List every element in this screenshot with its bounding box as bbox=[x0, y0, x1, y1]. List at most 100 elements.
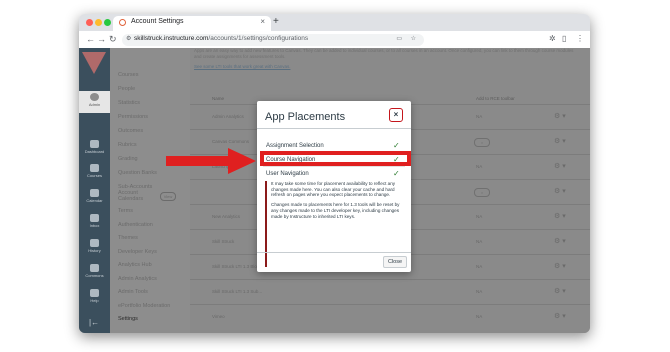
minimize-window-button[interactable] bbox=[95, 19, 102, 26]
app-placements-modal: App Placements × Assignment Selection ✓ … bbox=[257, 101, 411, 272]
close-window-button[interactable] bbox=[86, 19, 93, 26]
global-nav-help[interactable]: Help bbox=[79, 287, 110, 309]
site-info-icon[interactable]: ⚙ bbox=[126, 35, 131, 42]
divider bbox=[257, 252, 411, 253]
subnav-item-rubrics[interactable]: Rubrics bbox=[118, 142, 137, 148]
subnav-item-admin-analytics[interactable]: Admin Analytics bbox=[118, 276, 157, 282]
subnav-item-courses[interactable]: Courses bbox=[118, 72, 138, 78]
browser-toolbar: ← → ↻ ⚙ skillstruck.instructure.com/acco… bbox=[79, 31, 590, 48]
tab-account-settings[interactable]: Account Settings × bbox=[113, 16, 271, 31]
canvas-favicon-icon bbox=[119, 19, 126, 26]
extensions-icon[interactable]: ✲ bbox=[549, 34, 556, 43]
commons-icon bbox=[90, 264, 99, 272]
gear-menu-icon[interactable]: ⚙ ▾ bbox=[554, 237, 566, 245]
subnav-item-question-banks[interactable]: Question Banks bbox=[118, 170, 157, 176]
app-name[interactable]: New Analytics bbox=[212, 214, 240, 219]
app-name[interactable]: Admin Analytics bbox=[212, 114, 244, 119]
global-nav-label: Admin bbox=[88, 102, 101, 107]
cast-icon[interactable]: ▭ bbox=[396, 35, 402, 42]
global-nav-label: Courses bbox=[87, 173, 102, 178]
subnav-item-account-calendars[interactable]: Account Calendars bbox=[118, 190, 156, 202]
column-header-rce: Add to RCE toolbar bbox=[476, 96, 515, 101]
help-icon bbox=[90, 289, 99, 297]
gear-menu-icon[interactable]: ⚙ ▾ bbox=[554, 187, 566, 195]
rce-status: NA bbox=[476, 314, 483, 319]
reload-button[interactable]: ↻ bbox=[109, 34, 117, 45]
bookmark-star-icon[interactable]: ☆ bbox=[411, 35, 416, 42]
divider bbox=[263, 166, 405, 167]
global-nav-commons[interactable]: Commons bbox=[79, 262, 110, 284]
subnav-item-people[interactable]: People bbox=[118, 86, 135, 92]
subnav-item-developer-keys[interactable]: Developer Keys bbox=[118, 249, 157, 255]
lti-tools-link[interactable]: See some LTI tools that work great with … bbox=[194, 64, 290, 69]
global-nav-label: Inbox bbox=[89, 223, 100, 228]
global-nav-admin[interactable]: Admin bbox=[79, 91, 110, 113]
notice-paragraph-1: It may take some time for placement avai… bbox=[271, 181, 396, 198]
address-bar[interactable]: ⚙ skillstruck.instructure.com/accounts/1… bbox=[122, 34, 424, 46]
gear-menu-icon[interactable]: ⚙ ▾ bbox=[554, 212, 566, 220]
global-nav-label: History bbox=[88, 248, 101, 253]
gear-menu-icon[interactable]: ⚙ ▾ bbox=[554, 312, 566, 320]
subnav-item-outcomes[interactable]: Outcomes bbox=[118, 128, 143, 134]
rce-status: NA bbox=[476, 164, 483, 169]
notice-paragraph-2: Changes made to placements here for 1.3 … bbox=[271, 202, 400, 219]
gear-menu-icon[interactable]: ⚙ ▾ bbox=[554, 112, 566, 120]
history-icon bbox=[90, 239, 99, 247]
subnav-item-permissions[interactable]: Permissions bbox=[118, 114, 148, 120]
close-button[interactable]: Close bbox=[383, 256, 407, 268]
admin-icon bbox=[90, 93, 99, 101]
calendar-icon bbox=[90, 189, 99, 197]
global-nav-courses[interactable]: Courses bbox=[79, 162, 110, 184]
menu-kebab-icon[interactable]: ⋮ bbox=[576, 34, 584, 43]
course-navigation-highlight-box bbox=[260, 151, 411, 166]
placement-notice: It may take some time for placement avai… bbox=[265, 181, 403, 267]
gear-menu-icon[interactable]: ⚙ ▾ bbox=[554, 162, 566, 170]
tab-close-icon[interactable]: × bbox=[260, 17, 265, 26]
app-name[interactable]: Vimeo bbox=[212, 314, 225, 319]
subnav-item-terms[interactable]: Terms bbox=[118, 208, 133, 214]
rce-status: NA bbox=[476, 214, 483, 219]
maximize-window-button[interactable] bbox=[104, 19, 111, 26]
forward-button[interactable]: → bbox=[97, 34, 106, 44]
subnav-item-admin-tools[interactable]: Admin Tools bbox=[118, 289, 148, 295]
app-name[interactable]: Canvas Commons bbox=[212, 139, 249, 144]
subnav-item-eportfolio-moderation[interactable]: ePortfolio Moderation bbox=[118, 303, 170, 309]
check-icon: ✓ bbox=[393, 169, 400, 178]
subnav-item-authentication[interactable]: Authentication bbox=[118, 222, 153, 228]
divider bbox=[257, 128, 411, 129]
new-tab-button[interactable]: + bbox=[273, 16, 279, 27]
subnav-item-analytics-hub[interactable]: Analytics Hub bbox=[118, 262, 152, 268]
column-header-name: Name bbox=[212, 96, 225, 101]
app-name[interactable]: Skill Struck bbox=[212, 239, 234, 244]
global-nav-calendar[interactable]: Calendar bbox=[79, 187, 110, 209]
subnav-item-themes[interactable]: Themes bbox=[118, 235, 138, 241]
rce-status: NA bbox=[476, 239, 483, 244]
table-row: Vimeo NA ⚙ ▾ bbox=[190, 304, 590, 329]
gear-menu-icon[interactable]: ⚙ ▾ bbox=[554, 137, 566, 145]
global-nav-inbox[interactable]: Inbox bbox=[79, 212, 110, 234]
tab-bar: Account Settings × + bbox=[79, 14, 590, 31]
global-nav-history[interactable]: History bbox=[79, 237, 110, 259]
app-name[interactable]: Skill Struck LTI 1.3 Sub... bbox=[212, 289, 262, 294]
canvas-logo[interactable] bbox=[82, 52, 106, 74]
account-subnav: Courses People Statistics Permissions Outcom… bbox=[110, 48, 190, 333]
subnav-item-statistics[interactable]: Statistics bbox=[118, 100, 140, 106]
apps-intro-text: Apps are an easy way to add new features… bbox=[194, 48, 574, 59]
collapse-nav-icon[interactable]: |← bbox=[89, 318, 99, 327]
subnav-item-grading[interactable]: Grading bbox=[118, 156, 138, 162]
app-name[interactable]: Skill Struck LTI 1.3 Block bbox=[212, 264, 261, 269]
placement-assignment-selection: Assignment Selection bbox=[266, 143, 324, 149]
global-nav-dashboard[interactable]: Dashboard bbox=[79, 138, 110, 160]
rce-toggle[interactable]: × bbox=[474, 138, 490, 147]
back-button[interactable]: ← bbox=[86, 34, 95, 44]
url-text[interactable]: skillstruck.instructure.com/accounts/1/s… bbox=[134, 35, 308, 42]
gear-menu-icon[interactable]: ⚙ ▾ bbox=[554, 262, 566, 270]
red-arrow-icon bbox=[166, 148, 256, 174]
rce-toggle[interactable]: × bbox=[474, 188, 490, 197]
gear-menu-icon[interactable]: ⚙ ▾ bbox=[554, 287, 566, 295]
sidebar-icon[interactable]: ▯ bbox=[562, 34, 566, 43]
subnav-item-settings[interactable]: Settings bbox=[118, 316, 138, 322]
modal-close-icon[interactable]: × bbox=[389, 108, 403, 122]
view-pill[interactable]: View bbox=[160, 192, 176, 201]
global-nav-label: Help bbox=[90, 298, 99, 303]
